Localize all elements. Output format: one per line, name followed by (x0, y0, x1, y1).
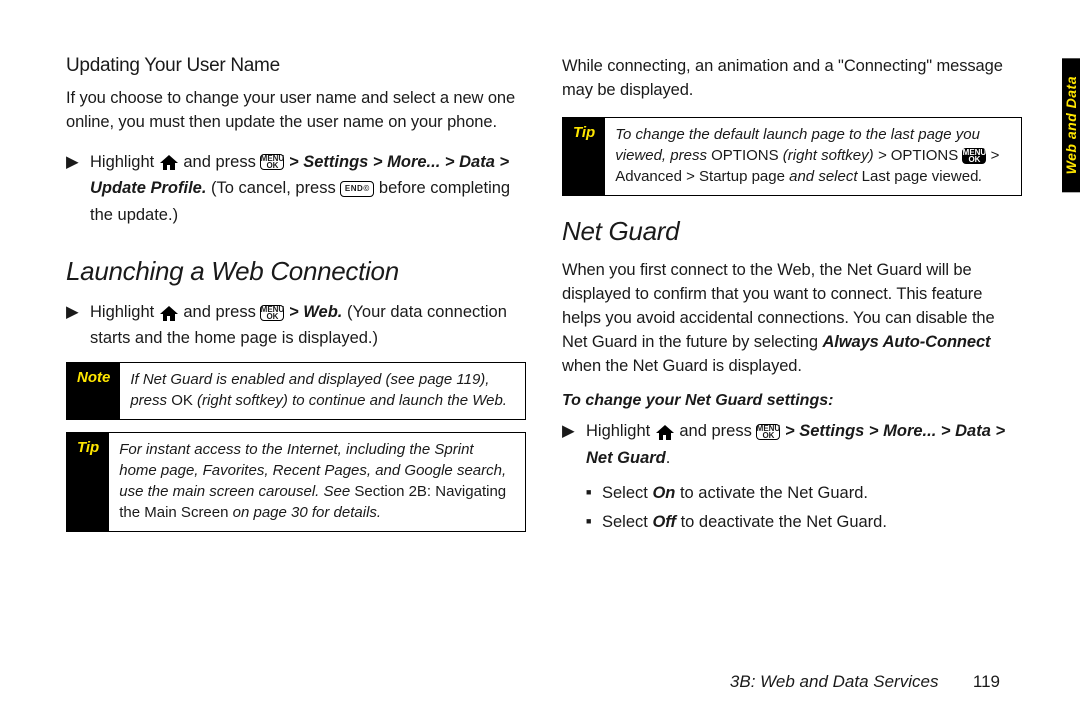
callout-label-note: Note (67, 363, 120, 419)
callout-label-tip: Tip (563, 118, 605, 195)
step-update-profile: ▶ Highlight and press MENUOK > Settings … (66, 149, 526, 228)
page-footer: 3B: Web and Data Services 119 (0, 672, 1080, 692)
footer-page-number: 119 (973, 672, 1000, 691)
step-text: Highlight and press MENUOK > Settings > … (586, 418, 1022, 471)
home-icon (160, 155, 178, 169)
step-netguard-settings: ▶ Highlight and press MENUOK > Settings … (562, 418, 1022, 471)
step-text: Highlight and press MENUOK > Settings > … (90, 149, 526, 228)
step-marker: ▶ (66, 149, 90, 228)
heading-net-guard: Net Guard (562, 216, 1022, 247)
paragraph-username-intro: If you choose to change your user name a… (66, 87, 526, 135)
heading-updating-username: Updating Your User Name (66, 55, 526, 77)
square-bullet-icon: ■ (586, 481, 602, 507)
bullet-off: ■ Select Off to deactivate the Net Guard… (586, 510, 1022, 536)
heading-launching-web: Launching a Web Connection (66, 256, 526, 287)
footer-section-title: 3B: Web and Data Services (730, 672, 939, 691)
callout-text: If Net Guard is enabled and displayed (s… (120, 363, 525, 419)
sub-instruction: To change your Net Guard settings: (562, 392, 1022, 410)
step-marker: ▶ (66, 299, 90, 352)
step-launch-web: ▶ Highlight and press MENUOK > Web. (You… (66, 299, 526, 352)
callout-label-tip: Tip (67, 433, 109, 531)
menu-ok-key-icon: MENUOK (260, 305, 284, 321)
home-icon (656, 425, 674, 439)
right-column: While connecting, an animation and a "Co… (562, 55, 1022, 544)
tip-callout-startup: Tip To change the default launch page to… (562, 117, 1022, 196)
callout-text: To change the default launch page to the… (605, 118, 1021, 195)
manual-page: Updating Your User Name If you choose to… (0, 0, 1080, 544)
tip-callout: Tip For instant access to the Internet, … (66, 432, 526, 532)
paragraph-connecting-msg: While connecting, an animation and a "Co… (562, 55, 1022, 103)
paragraph-netguard-intro: When you first connect to the Web, the N… (562, 259, 1022, 379)
note-callout: Note If Net Guard is enabled and display… (66, 362, 526, 420)
menu-ok-key-icon: MENUOK (756, 424, 780, 440)
end-key-icon: END© (340, 181, 374, 197)
menu-ok-key-icon: MENUOK (260, 154, 284, 170)
side-tab-web-and-data: Web and Data (1062, 58, 1080, 192)
step-marker: ▶ (562, 418, 586, 471)
menu-ok-key-icon-inverted: MENUOK (962, 148, 986, 164)
callout-text: For instant access to the Internet, incl… (109, 433, 525, 531)
square-bullet-icon: ■ (586, 510, 602, 536)
left-column: Updating Your User Name If you choose to… (66, 55, 526, 544)
bullet-on: ■ Select On to activate the Net Guard. (586, 481, 1022, 507)
step-text: Highlight and press MENUOK > Web. (Your … (90, 299, 526, 352)
home-icon (160, 306, 178, 320)
